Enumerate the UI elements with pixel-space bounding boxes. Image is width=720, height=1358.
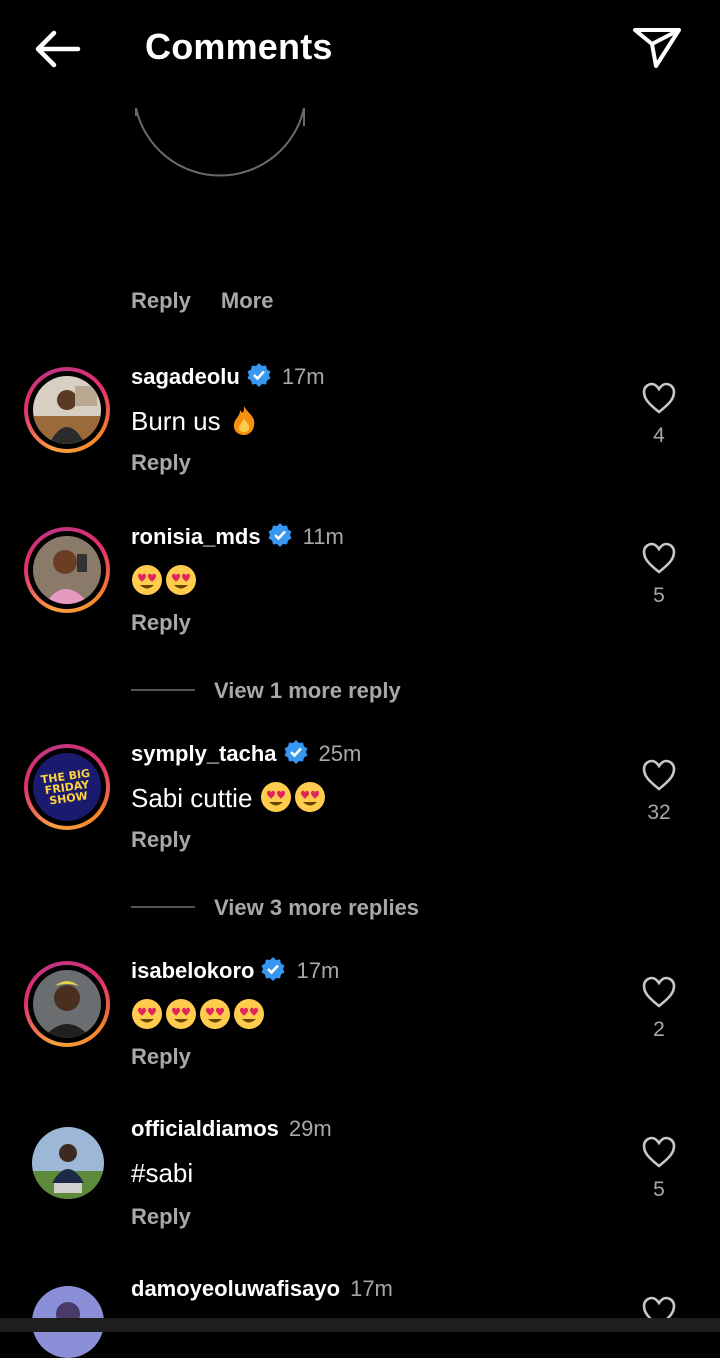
like-count: 2 — [653, 1018, 665, 1041]
verified-badge-icon — [247, 363, 271, 387]
loading-spinner — [135, 107, 305, 177]
avatar: THE BIG FRIDAY SHOW — [33, 753, 101, 821]
heart-eyes-emoji-icon — [166, 999, 196, 1029]
heart-icon[interactable] — [641, 1135, 677, 1169]
heart-eyes-emoji-icon — [132, 565, 162, 595]
heart-eyes-emoji-icon — [260, 782, 291, 812]
comment-text: #sabi — [131, 1158, 194, 1188]
avatar — [33, 376, 101, 444]
fire-emoji-icon — [233, 406, 255, 435]
username[interactable]: sagadeolu — [131, 364, 240, 389]
reply-button[interactable]: Reply — [131, 288, 191, 313]
comment-text: Burn us — [131, 404, 262, 437]
view-more-replies-link[interactable]: View 1 more reply — [214, 678, 401, 704]
divider-line — [131, 689, 195, 691]
avatar — [33, 970, 101, 1038]
avatar-ring[interactable]: THE BIG FRIDAY SHOW — [24, 744, 110, 830]
heart-eyes-emoji-icon — [294, 782, 325, 812]
comment-text: Sabi cuttie — [131, 781, 328, 814]
reply-button[interactable]: Reply — [131, 450, 191, 476]
bottom-edge — [0, 1318, 720, 1332]
timestamp: 29m — [288, 1116, 332, 1141]
comment-body: Sabi cuttie — [131, 783, 253, 813]
previous-comment-actions: Reply More — [131, 288, 303, 314]
reply-button[interactable]: Reply — [131, 827, 191, 853]
comment-body: Burn us — [131, 406, 221, 436]
heart-icon[interactable] — [641, 381, 677, 415]
reply-button[interactable]: Reply — [131, 1044, 191, 1070]
comment-text — [131, 564, 199, 597]
avatar[interactable] — [32, 1127, 104, 1199]
heart-icon[interactable] — [641, 975, 677, 1009]
comment-text — [131, 998, 267, 1031]
heart-icon[interactable] — [641, 758, 677, 792]
heart-eyes-emoji-icon — [200, 999, 230, 1029]
timestamp: 25m — [318, 741, 362, 766]
timestamp: 11m — [302, 524, 344, 549]
avatar-ring[interactable] — [24, 961, 110, 1047]
username[interactable]: isabelokoro — [131, 958, 254, 983]
timestamp: 17m — [281, 364, 325, 389]
heart-eyes-emoji-icon — [234, 999, 264, 1029]
like-count: 5 — [653, 584, 665, 607]
paper-plane-icon[interactable] — [630, 22, 684, 72]
avatar-logo-text: THE BIG FRIDAY SHOW — [40, 766, 91, 808]
like-count: 5 — [653, 1178, 665, 1201]
comment-header: isabelokoro 17m — [131, 956, 339, 984]
like-count: 32 — [647, 801, 671, 824]
timestamp: 17m — [296, 958, 340, 983]
comment-header: sagadeolu 17m — [131, 362, 325, 390]
heart-eyes-emoji-icon — [132, 999, 162, 1029]
more-button[interactable]: More — [221, 288, 274, 313]
comment-header: symply_tacha 25m — [131, 739, 361, 767]
reply-button[interactable]: Reply — [131, 610, 191, 636]
avatar-ring[interactable] — [24, 527, 110, 613]
username[interactable]: officialdiamos — [131, 1116, 279, 1141]
username[interactable]: damoyeoluwafisayo — [131, 1276, 340, 1301]
view-more-replies-link[interactable]: View 3 more replies — [214, 895, 419, 921]
back-arrow-icon[interactable] — [28, 24, 84, 74]
heart-icon[interactable] — [641, 541, 677, 575]
comment-header: ronisia_mds 11m — [131, 522, 344, 550]
timestamp: 17m — [350, 1276, 393, 1301]
divider-line — [131, 906, 195, 908]
username[interactable]: ronisia_mds — [131, 524, 261, 549]
verified-badge-icon — [268, 523, 292, 547]
verified-badge-icon — [284, 740, 308, 764]
username[interactable]: symply_tacha — [131, 741, 277, 766]
comment-header: officialdiamos 29m — [131, 1116, 332, 1142]
like-count: 4 — [653, 424, 665, 447]
verified-badge-icon — [261, 957, 285, 981]
avatar — [33, 536, 101, 604]
heart-eyes-emoji-icon — [166, 565, 196, 595]
reply-button[interactable]: Reply — [131, 1204, 191, 1230]
avatar-ring[interactable] — [24, 367, 110, 453]
comment-header: damoyeoluwafisayo 17m — [131, 1276, 393, 1302]
